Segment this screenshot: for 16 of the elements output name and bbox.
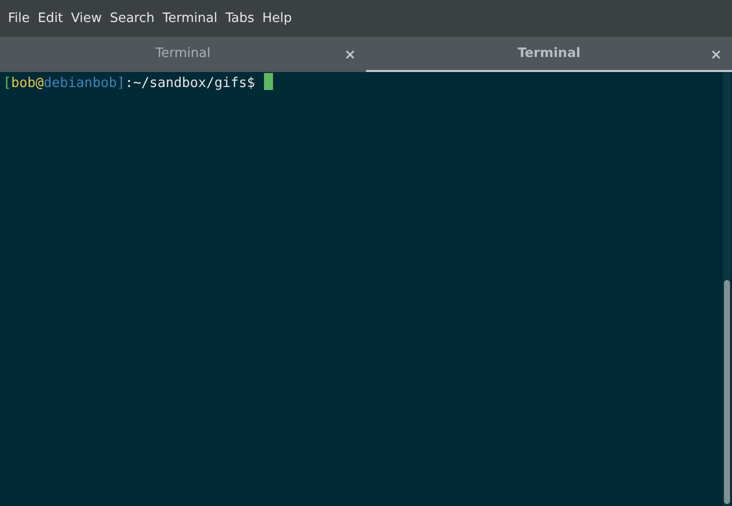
- close-tab-button[interactable]: ×: [710, 45, 722, 66]
- tab-background[interactable]: Terminal ×: [366, 37, 732, 72]
- scrollbar-thumb[interactable]: [724, 280, 730, 504]
- text-cursor: [264, 73, 274, 90]
- terminal-prompt: [bob@debianbob]:~/sandbox/gifs$: [3, 75, 256, 91]
- tab[interactable]: Terminal: [518, 44, 580, 64]
- scrollbar-track[interactable]: [723, 72, 731, 506]
- menu-item[interactable]: File: [4, 8, 34, 28]
- menu-item[interactable]: Search: [106, 8, 158, 28]
- menu-item[interactable]: Edit: [34, 8, 67, 28]
- close-tab-button[interactable]: ×: [344, 45, 356, 66]
- menu-item[interactable]: Tabs: [221, 8, 258, 28]
- menu-item[interactable]: View: [66, 8, 106, 28]
- menu-item[interactable]: Terminal: [158, 8, 222, 28]
- tab-background[interactable]: Terminal ×: [0, 37, 366, 72]
- menu-item[interactable]: Help: [258, 8, 296, 28]
